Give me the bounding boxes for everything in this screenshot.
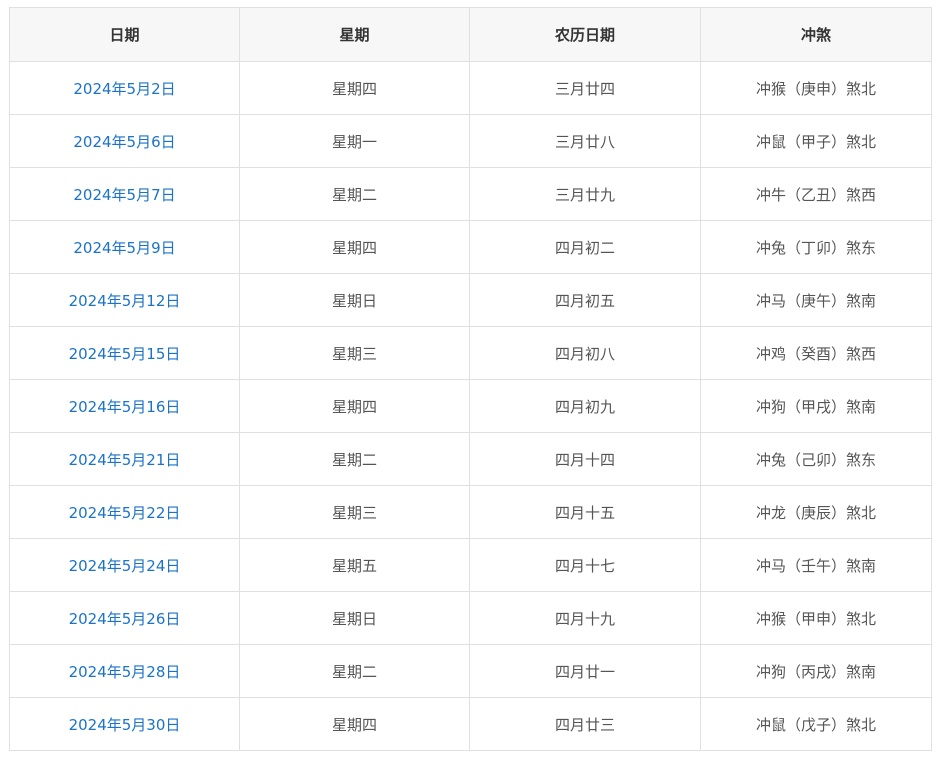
date-cell: 2024年5月22日 (9, 485, 240, 539)
calendar-table: 日期 星期 农历日期 冲煞 2024年5月2日 星期四 三月廿四 冲猴（庚申）煞北 20… (9, 7, 932, 751)
chongsha-cell: 冲兔（己卯）煞东 (700, 432, 932, 486)
date-link[interactable]: 2024年5月6日 (73, 133, 175, 151)
date-cell: 2024年5月12日 (9, 273, 240, 327)
lunar-date-cell: 四月初九 (469, 379, 701, 433)
lunar-date-cell: 三月廿八 (469, 114, 701, 168)
lunar-date-cell: 三月廿四 (469, 61, 701, 115)
date-cell: 2024年5月26日 (9, 591, 240, 645)
date-link[interactable]: 2024年5月12日 (69, 292, 181, 310)
weekday-cell: 星期二 (239, 644, 470, 698)
date-cell: 2024年5月28日 (9, 644, 240, 698)
chongsha-cell: 冲鼠（甲子）煞北 (700, 114, 932, 168)
weekday-cell: 星期四 (239, 697, 470, 751)
header-lunar-date: 农历日期 (469, 7, 701, 62)
date-cell: 2024年5月24日 (9, 538, 240, 592)
date-cell: 2024年5月30日 (9, 697, 240, 751)
table-row: 2024年5月30日 星期四 四月廿三 冲鼠（戊子）煞北 (9, 697, 932, 751)
weekday-cell: 星期二 (239, 432, 470, 486)
chongsha-cell: 冲鼠（戊子）煞北 (700, 697, 932, 751)
header-chongsha: 冲煞 (700, 7, 932, 62)
lunar-date-cell: 四月十五 (469, 485, 701, 539)
table-row: 2024年5月28日 星期二 四月廿一 冲狗（丙戌）煞南 (9, 644, 932, 698)
table-row: 2024年5月22日 星期三 四月十五 冲龙（庚辰）煞北 (9, 485, 932, 539)
date-cell: 2024年5月2日 (9, 61, 240, 115)
lunar-date-cell: 四月十九 (469, 591, 701, 645)
header-date: 日期 (9, 7, 240, 62)
date-link[interactable]: 2024年5月2日 (73, 80, 175, 98)
date-link[interactable]: 2024年5月16日 (69, 398, 181, 416)
date-cell: 2024年5月15日 (9, 326, 240, 380)
chongsha-cell: 冲狗（丙戌）煞南 (700, 644, 932, 698)
weekday-cell: 星期日 (239, 591, 470, 645)
date-link[interactable]: 2024年5月24日 (69, 557, 181, 575)
chongsha-cell: 冲兔（丁卯）煞东 (700, 220, 932, 274)
date-cell: 2024年5月21日 (9, 432, 240, 486)
weekday-cell: 星期四 (239, 220, 470, 274)
table-row: 2024年5月16日 星期四 四月初九 冲狗（甲戌）煞南 (9, 379, 932, 433)
lunar-date-cell: 四月初八 (469, 326, 701, 380)
table-body: 2024年5月2日 星期四 三月廿四 冲猴（庚申）煞北 2024年5月6日 星期一 三月廿八… (9, 61, 932, 751)
table-row: 2024年5月15日 星期三 四月初八 冲鸡（癸酉）煞西 (9, 326, 932, 380)
table-row: 2024年5月9日 星期四 四月初二 冲兔（丁卯）煞东 (9, 220, 932, 274)
weekday-cell: 星期一 (239, 114, 470, 168)
chongsha-cell: 冲马（壬午）煞南 (700, 538, 932, 592)
lunar-date-cell: 四月廿一 (469, 644, 701, 698)
table-row: 2024年5月24日 星期五 四月十七 冲马（壬午）煞南 (9, 538, 932, 592)
chongsha-cell: 冲猴（庚申）煞北 (700, 61, 932, 115)
date-link[interactable]: 2024年5月7日 (73, 186, 175, 204)
date-cell: 2024年5月7日 (9, 167, 240, 221)
table-row: 2024年5月2日 星期四 三月廿四 冲猴（庚申）煞北 (9, 61, 932, 115)
chongsha-cell: 冲马（庚午）煞南 (700, 273, 932, 327)
date-link[interactable]: 2024年5月22日 (69, 504, 181, 522)
date-cell: 2024年5月16日 (9, 379, 240, 433)
header-weekday: 星期 (239, 7, 470, 62)
weekday-cell: 星期三 (239, 485, 470, 539)
header-row: 日期 星期 农历日期 冲煞 (9, 7, 932, 62)
calendar-table-container: 日期 星期 农历日期 冲煞 2024年5月2日 星期四 三月廿四 冲猴（庚申）煞北 20… (9, 7, 932, 751)
table-row: 2024年5月26日 星期日 四月十九 冲猴（甲申）煞北 (9, 591, 932, 645)
date-link[interactable]: 2024年5月9日 (73, 239, 175, 257)
chongsha-cell: 冲牛（乙丑）煞西 (700, 167, 932, 221)
lunar-date-cell: 三月廿九 (469, 167, 701, 221)
date-link[interactable]: 2024年5月30日 (69, 716, 181, 734)
lunar-date-cell: 四月十四 (469, 432, 701, 486)
date-cell: 2024年5月9日 (9, 220, 240, 274)
chongsha-cell: 冲鸡（癸酉）煞西 (700, 326, 932, 380)
lunar-date-cell: 四月初五 (469, 273, 701, 327)
date-link[interactable]: 2024年5月26日 (69, 610, 181, 628)
lunar-date-cell: 四月廿三 (469, 697, 701, 751)
lunar-date-cell: 四月十七 (469, 538, 701, 592)
weekday-cell: 星期五 (239, 538, 470, 592)
weekday-cell: 星期三 (239, 326, 470, 380)
chongsha-cell: 冲龙（庚辰）煞北 (700, 485, 932, 539)
chongsha-cell: 冲猴（甲申）煞北 (700, 591, 932, 645)
date-cell: 2024年5月6日 (9, 114, 240, 168)
lunar-date-cell: 四月初二 (469, 220, 701, 274)
table-row: 2024年5月7日 星期二 三月廿九 冲牛（乙丑）煞西 (9, 167, 932, 221)
weekday-cell: 星期日 (239, 273, 470, 327)
date-link[interactable]: 2024年5月21日 (69, 451, 181, 469)
weekday-cell: 星期四 (239, 61, 470, 115)
table-header: 日期 星期 农历日期 冲煞 (9, 7, 932, 62)
weekday-cell: 星期二 (239, 167, 470, 221)
table-row: 2024年5月6日 星期一 三月廿八 冲鼠（甲子）煞北 (9, 114, 932, 168)
table-row: 2024年5月12日 星期日 四月初五 冲马（庚午）煞南 (9, 273, 932, 327)
weekday-cell: 星期四 (239, 379, 470, 433)
date-link[interactable]: 2024年5月28日 (69, 663, 181, 681)
chongsha-cell: 冲狗（甲戌）煞南 (700, 379, 932, 433)
date-link[interactable]: 2024年5月15日 (69, 345, 181, 363)
table-row: 2024年5月21日 星期二 四月十四 冲兔（己卯）煞东 (9, 432, 932, 486)
